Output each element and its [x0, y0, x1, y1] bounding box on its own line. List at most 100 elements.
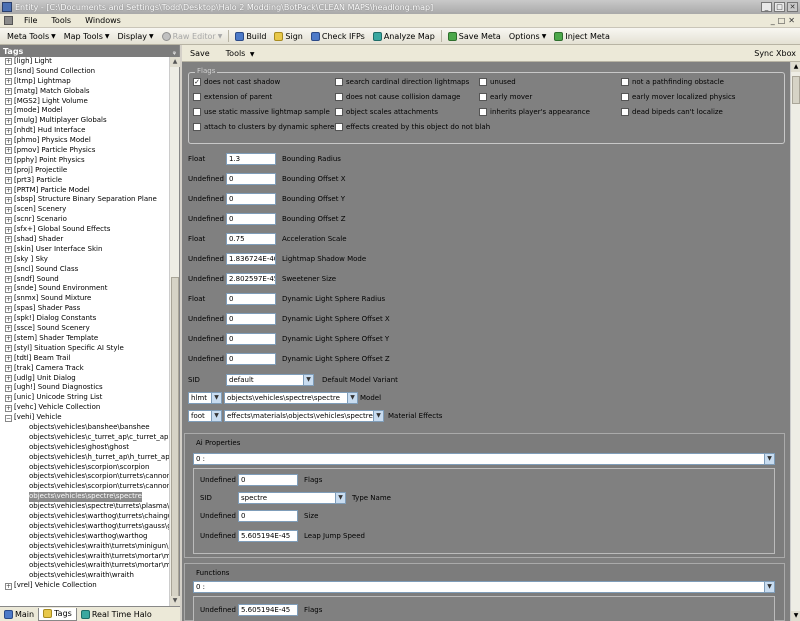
tag-tree-node[interactable]: + [mode] Model: [0, 106, 170, 116]
tag-tree-node[interactable]: + [scen] Scenery: [0, 205, 170, 215]
scroll-down-arrow-icon[interactable]: ▼: [170, 596, 180, 606]
expand-icon[interactable]: +: [5, 256, 12, 264]
material-effects-tagtype-combo[interactable]: foot ▼: [188, 409, 222, 422]
field-value-input[interactable]: 5.605194E-45: [238, 603, 298, 616]
tag-tree-node[interactable]: + [lsnd] Sound Collection: [0, 67, 170, 77]
material-effects-tag-combo[interactable]: effects\materials\objects\vehicles\spect…: [224, 409, 384, 422]
flag-does-not-cause-collision-damage[interactable]: does not cause collision damage: [335, 93, 460, 101]
tag-tree-node[interactable]: + [prt3] Particle: [0, 176, 170, 186]
model-tagtype-combo[interactable]: hlmt ▼: [188, 391, 222, 404]
scroll-thumb[interactable]: [171, 277, 179, 597]
pin-icon[interactable]: ᵩ: [173, 47, 176, 56]
tag-tree-child[interactable]: objects\vehicles\scorpion\turrets\cannon…: [0, 482, 170, 492]
tag-tree-node[interactable]: + [udlg] Unit Dialog: [0, 374, 170, 384]
options-dropdown[interactable]: Options ▼: [505, 32, 551, 41]
expand-icon[interactable]: +: [5, 394, 12, 402]
tag-tree-child[interactable]: objects\vehicles\wraith\turrets\mortar\m…: [0, 561, 170, 571]
checkbox[interactable]: [335, 123, 343, 131]
flag-search-cardinal-direction-lightmaps[interactable]: search cardinal direction lightmaps: [335, 78, 469, 86]
tag-tree-node[interactable]: + [sfx+] Global Sound Effects: [0, 225, 170, 235]
scroll-thumb[interactable]: [792, 76, 800, 104]
expand-icon[interactable]: +: [5, 147, 12, 155]
menu-file[interactable]: File: [17, 16, 44, 25]
expand-icon[interactable]: +: [5, 365, 12, 373]
map-tools-dropdown[interactable]: Map Tools ▼: [60, 32, 114, 41]
tag-tree-child[interactable]: objects\vehicles\warthog\turrets\gauss\g…: [0, 522, 170, 532]
close-button[interactable]: ✕: [787, 2, 798, 12]
expand-icon[interactable]: +: [5, 88, 12, 96]
default-model-variant-combo[interactable]: default ▼: [226, 373, 314, 386]
chevron-down-icon[interactable]: ▼: [303, 374, 313, 385]
tag-tree-node[interactable]: + [trak] Camera Track: [0, 364, 170, 374]
expand-icon[interactable]: +: [5, 305, 12, 313]
menu-windows[interactable]: Windows: [78, 16, 128, 25]
checkbox[interactable]: [193, 108, 201, 116]
chevron-down-icon[interactable]: ▼: [347, 392, 357, 403]
tag-tree-node[interactable]: + [ligh] Light: [0, 57, 170, 67]
expand-icon[interactable]: +: [5, 117, 12, 125]
flag-attach-to-clusters-by-dynamic-sphere[interactable]: attach to clusters by dynamic sphere: [193, 123, 334, 131]
expand-icon[interactable]: +: [5, 295, 12, 303]
tag-tree-child[interactable]: objects\vehicles\scorpion\turrets\cannon…: [0, 472, 170, 482]
expand-icon[interactable]: +: [5, 58, 12, 66]
tab-main[interactable]: Main: [0, 608, 38, 621]
tag-tree-scrollbar[interactable]: ▲ ▼: [169, 57, 180, 606]
ai-properties-index-combo[interactable]: 0 : ▼: [193, 453, 775, 465]
minimize-button[interactable]: _: [761, 2, 772, 12]
field-value-input[interactable]: 0: [226, 352, 276, 365]
expand-icon[interactable]: +: [5, 226, 12, 234]
tag-tree-node[interactable]: + [phmo] Physics Model: [0, 136, 170, 146]
flag-use-static-massive-lightmap-sample[interactable]: use static massive lightmap sample: [193, 108, 330, 116]
raw-editor-dropdown[interactable]: Raw Editor ▼: [158, 31, 227, 41]
expand-icon[interactable]: +: [5, 355, 12, 363]
type-name-combo[interactable]: spectre ▼: [238, 491, 346, 504]
expand-icon[interactable]: +: [5, 167, 12, 175]
flag-not-a-pathfinding-obstacle[interactable]: not a pathfinding obstacle: [621, 78, 724, 86]
checkbox[interactable]: [621, 78, 629, 86]
chevron-down-icon[interactable]: ▼: [211, 410, 221, 421]
scroll-up-arrow-icon[interactable]: ▲: [791, 62, 800, 72]
tag-tree-node[interactable]: + [snmx] Sound Mixture: [0, 294, 170, 304]
flag-extension-of-parent[interactable]: extension of parent: [193, 93, 272, 101]
scroll-up-arrow-icon[interactable]: ▲: [170, 57, 180, 67]
meta-tools-dropdown[interactable]: Meta Tools ▼: [3, 32, 60, 41]
tag-tree-node[interactable]: + [ltmp] Lightmap: [0, 77, 170, 87]
tag-tree-child[interactable]: objects\vehicles\warthog\warthog: [0, 532, 170, 542]
field-value-input[interactable]: 1.3: [226, 152, 276, 165]
field-value-input[interactable]: 0: [238, 473, 298, 486]
tag-tree-node[interactable]: + [spas] Shader Pass: [0, 304, 170, 314]
tag-tree-node[interactable]: + [sbsp] Structure Binary Separation Plan…: [0, 195, 170, 205]
tag-tree-child[interactable]: objects\vehicles\warthog\turrets\chaingu…: [0, 512, 170, 522]
field-value-input[interactable]: 5.605194E-45: [238, 529, 298, 542]
tag-tree-child[interactable]: objects\vehicles\ghost\ghost: [0, 443, 170, 453]
tag-tree-node[interactable]: + [nhdt] Hud Interface: [0, 126, 170, 136]
tag-tree-child[interactable]: objects\vehicles\wraith\wraith: [0, 571, 170, 581]
tag-tree-node[interactable]: + [stem] Shader Template: [0, 334, 170, 344]
expand-icon[interactable]: +: [5, 246, 12, 254]
checkbox[interactable]: [335, 108, 343, 116]
field-value-input[interactable]: 0: [238, 509, 298, 522]
expand-icon[interactable]: +: [5, 98, 12, 105]
analyze-map-button[interactable]: Analyze Map: [369, 31, 439, 41]
tools-dropdown[interactable]: Tools ▼: [218, 49, 263, 58]
flag-object-scales-attachments[interactable]: object scales attachments: [335, 108, 438, 116]
functions-index-combo[interactable]: 0 : ▼: [193, 581, 775, 593]
flag-inherits-player-s-appearance[interactable]: inherits player's appearance: [479, 108, 590, 116]
app-icon[interactable]: [2, 2, 12, 12]
tag-tree-node[interactable]: + [styl] Situation Specific AI Style: [0, 344, 170, 354]
tag-tree-node[interactable]: + [snde] Sound Environment: [0, 284, 170, 294]
checkbox[interactable]: [479, 78, 487, 86]
tab-real-time-halo[interactable]: Real Time Halo: [77, 608, 156, 621]
expand-icon[interactable]: +: [5, 335, 12, 343]
tag-tree-child[interactable]: objects\vehicles\h_turret_ap\h_turret_ap: [0, 453, 170, 463]
field-value-input[interactable]: 1.836724E-40: [226, 252, 276, 265]
tag-tree-node[interactable]: + [tdtl] Beam Trail: [0, 354, 170, 364]
mdi-restore-button[interactable]: □: [778, 16, 786, 25]
expand-icon[interactable]: +: [5, 196, 12, 204]
tag-tree-node[interactable]: + [MGS2] Light Volume: [0, 97, 170, 107]
chevron-down-icon[interactable]: ▼: [764, 454, 774, 464]
document-icon[interactable]: [4, 16, 13, 25]
field-value-input[interactable]: 0: [226, 192, 276, 205]
tag-tree-node[interactable]: + [ssce] Sound Scenery: [0, 324, 170, 334]
field-value-input[interactable]: 0: [226, 172, 276, 185]
